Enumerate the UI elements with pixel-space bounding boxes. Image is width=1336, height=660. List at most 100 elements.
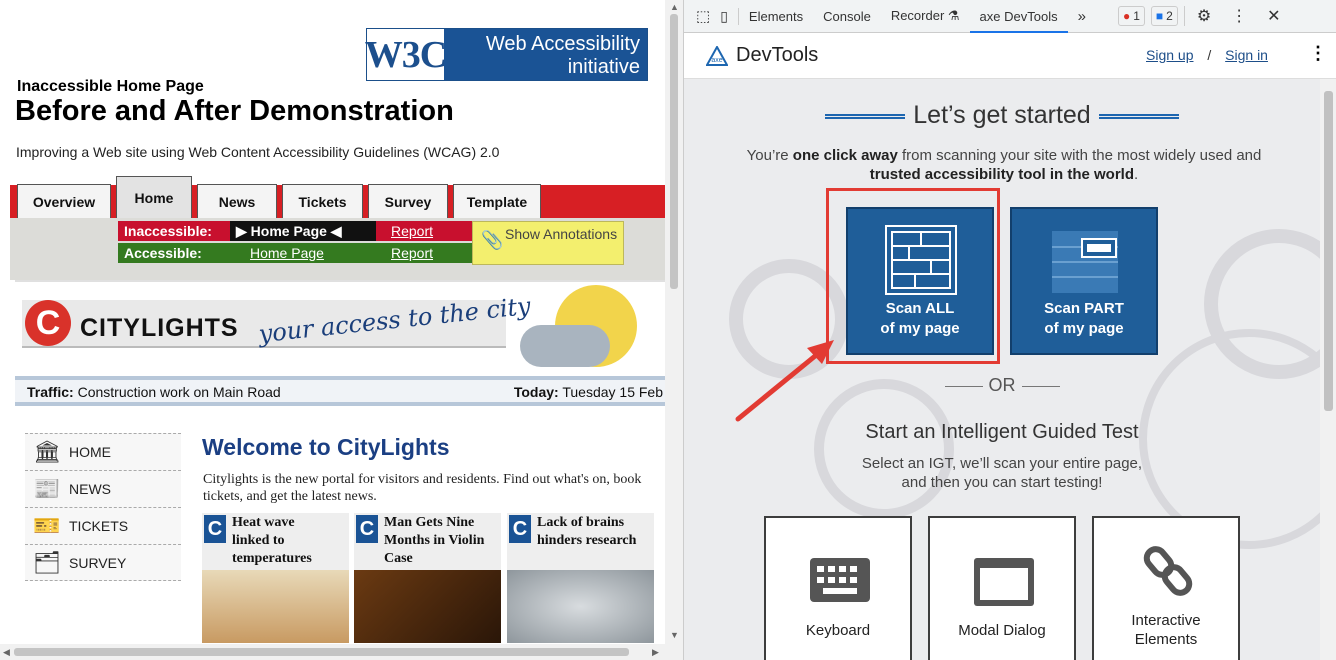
tab-overview[interactable]: Overview [17, 184, 111, 218]
citylights-c-icon: C [204, 515, 226, 543]
card-label: Modal Dialog [958, 622, 1046, 639]
more-tabs-chevron-icon[interactable]: » [1068, 8, 1096, 25]
devtools-scrollbar[interactable] [1320, 79, 1336, 660]
device-toggle-icon[interactable]: ▯ [716, 7, 739, 25]
side-nav-home[interactable]: 🏛 HOME [25, 433, 181, 470]
citylights-name: CITYLIGHTS [80, 314, 239, 342]
scan-part-line1: Scan PART [1044, 300, 1124, 317]
tab-recorder[interactable]: Recorder ⚗ [881, 8, 970, 24]
page-pretitle: Inaccessible Home Page [17, 78, 204, 95]
tab-news[interactable]: News [197, 184, 277, 218]
page-vertical-scrollbar[interactable]: ▲ ▼ [665, 0, 683, 644]
tab-home[interactable]: Home [116, 176, 192, 218]
wai-logo-line2: initiative [567, 56, 640, 78]
modal-window-icon [974, 558, 1034, 606]
sign-in-link[interactable]: Sign in [1225, 47, 1268, 63]
igt-card-keyboard[interactable]: Keyboard [764, 516, 912, 660]
tab-console[interactable]: Console [813, 9, 881, 24]
tab-survey[interactable]: Survey [368, 184, 448, 218]
news-item[interactable]: C Lack of brains hinders research [507, 513, 654, 643]
axe-menu-icon[interactable]: ⋮ [1309, 43, 1327, 64]
show-annotations-button[interactable]: 📎 Show Annotations [472, 221, 624, 265]
news-item[interactable]: C Heat wave linked to temperatures [202, 513, 349, 643]
news-photo [202, 570, 349, 643]
decorative-ring [814, 379, 954, 519]
tab-elements[interactable]: Elements [739, 9, 813, 24]
welcome-heading: Welcome to CityLights [202, 434, 450, 460]
tab-tickets[interactable]: Tickets [282, 184, 363, 218]
axe-header: axe DevTools Sign up / Sign in ⋮ [684, 33, 1336, 79]
auth-separator: / [1207, 47, 1212, 63]
side-nav-tickets[interactable]: 🎫 TICKETS [25, 507, 181, 544]
scan-all-button[interactable]: Scan ALL of my page [846, 207, 994, 355]
ticket-icon: 🎫 [33, 513, 61, 538]
side-nav-label: HOME [69, 444, 111, 460]
tab-axe-devtools[interactable]: axe DevTools [969, 0, 1068, 33]
accessible-report-link[interactable]: Report [376, 243, 476, 263]
news-headline[interactable]: Lack of brains hinders research [537, 514, 649, 550]
scrollbar-thumb[interactable] [1324, 91, 1333, 411]
news-item[interactable]: C Man Gets Nine Months in Violin Case [354, 513, 501, 643]
news-headline[interactable]: Heat wave linked to temperatures [232, 514, 322, 568]
settings-gear-icon[interactable]: ⚙ [1183, 6, 1221, 26]
scroll-left-arrow-icon[interactable]: ◀ [3, 647, 10, 658]
or-text: OR [988, 375, 1016, 395]
side-nav-news[interactable]: 📰 NEWS [25, 470, 181, 507]
divider-line [1021, 385, 1060, 387]
scan-part-label: Scan PART of my page [1012, 299, 1156, 339]
side-nav-label: NEWS [69, 481, 111, 497]
inaccessible-report-link[interactable]: Report [376, 221, 476, 241]
sign-up-link[interactable]: Sign up [1146, 47, 1193, 63]
or-divider: OR [684, 375, 1320, 396]
wai-logo-line1: Web Accessibility [485, 33, 640, 55]
scrollbar-thumb[interactable] [14, 648, 629, 656]
inaccessible-row: Inaccessible: ▶ Home Page ◀ Report [118, 221, 476, 241]
scan-part-line2: of my page [1044, 320, 1124, 337]
intro-part: from scanning your site with the most wi… [897, 147, 1262, 164]
page-horizontal-scrollbar[interactable]: ◀ ▶ [0, 644, 683, 660]
igt-desc-line2: and then you can start testing! [901, 474, 1103, 491]
today-text: Tuesday 15 Feb [562, 384, 663, 400]
side-nav-survey[interactable]: 🗂 SURVEY [25, 544, 181, 581]
accessible-home-page-link[interactable]: Home Page [230, 243, 376, 263]
traffic-bar: Traffic: Construction work on Main Road … [15, 376, 667, 406]
close-icon[interactable]: ✕ [1257, 6, 1290, 26]
tab-template[interactable]: Template [453, 184, 541, 218]
more-options-icon[interactable]: ⋮ [1221, 6, 1257, 26]
scan-all-line2: of my page [880, 320, 960, 337]
citylights-c-icon: C [356, 515, 378, 543]
igt-card-interactive-elements[interactable]: Interactive Elements [1092, 516, 1240, 660]
scroll-down-arrow-icon[interactable]: ▼ [670, 630, 679, 640]
wai-logo-text: Web Accessibility initiative [444, 29, 647, 80]
news-photo [507, 570, 654, 643]
side-nav-label: TICKETS [69, 518, 129, 534]
full-page-grid-icon [885, 225, 957, 295]
messages-counter[interactable]: ■ 2 [1150, 6, 1178, 26]
auth-links: Sign up / Sign in [1146, 47, 1268, 63]
news-photo [354, 570, 501, 643]
news-headline[interactable]: Man Gets Nine Months in Violin Case [384, 514, 496, 568]
page-title: Before and After Demonstration [15, 95, 454, 127]
errors-counter[interactable]: ● 1 [1117, 6, 1145, 26]
welcome-text: Citylights is the new portal for visitor… [203, 472, 642, 504]
scan-part-button[interactable]: Scan PART of my page [1010, 207, 1158, 355]
error-icon: ● [1122, 9, 1131, 23]
devtools-panel: ⬚ ▯ Elements Console Recorder ⚗ axe DevT… [683, 0, 1336, 660]
igt-description: Select an IGT, we’ll scan your entire pa… [684, 454, 1320, 492]
intro-part: . [1134, 166, 1139, 183]
w3c-wai-logo[interactable]: W3C Web Accessibility initiative [365, 28, 648, 81]
traffic-text: Construction work on Main Road [77, 384, 281, 400]
side-nav-label: SURVEY [69, 554, 127, 571]
scroll-right-arrow-icon[interactable]: ▶ [652, 647, 659, 658]
scroll-up-arrow-icon[interactable]: ▲ [670, 2, 679, 12]
heading-rule [825, 113, 906, 119]
intro-part: You’re [746, 147, 793, 164]
axe-brand-text: DevTools [736, 44, 819, 66]
citylights-c-icon: C [509, 515, 531, 543]
today-info: Today: Tuesday 15 Feb [514, 384, 663, 400]
inspect-element-icon[interactable]: ⬚ [684, 7, 716, 25]
scan-all-line1: Scan ALL [885, 300, 955, 317]
igt-card-modal-dialog[interactable]: Modal Dialog [928, 516, 1076, 660]
scrollbar-thumb[interactable] [670, 14, 678, 289]
keyboard-icon [810, 558, 870, 602]
